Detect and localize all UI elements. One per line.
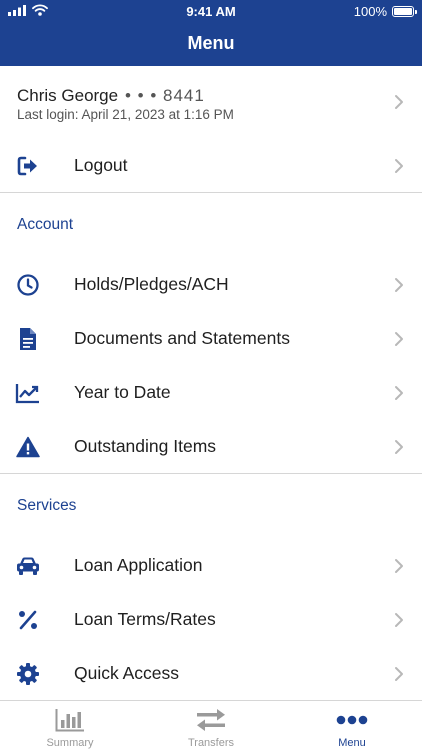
transfer-arrows-icon [141,706,281,734]
menu-item-outstanding[interactable]: Outstanding Items [0,420,422,474]
more-dots-icon [282,706,422,734]
menu-item-label: Loan Application [74,555,203,575]
menu-item-year-to-date[interactable]: Year to Date [0,366,422,420]
divider [0,473,422,474]
tab-menu[interactable]: Menu [282,701,422,750]
menu-item-documents[interactable]: Documents and Statements [0,312,422,366]
section-title-account: Account [17,216,74,233]
clock-icon [14,271,42,299]
warning-icon [14,433,42,461]
tab-label: Transfers [187,737,235,749]
chevron-right-icon [395,386,403,400]
logout-label: Logout [74,155,128,175]
percent-icon [14,606,42,634]
menu-item-loan-application[interactable]: Loan Application [0,539,422,593]
chart-icon [14,379,42,407]
status-bar: 9:41 AM 100% [0,0,422,22]
menu-item-quick-access[interactable]: Quick Access [0,647,422,701]
tab-label: Summary [46,737,94,749]
tab-transfers[interactable]: Transfers [141,701,281,750]
gear-icon [14,660,42,688]
chevron-right-icon [395,667,403,681]
battery-percent: 100% [353,4,387,19]
profile-name: Chris George [17,86,119,105]
document-icon [14,325,42,353]
chevron-right-icon [395,95,403,109]
car-icon [14,552,42,580]
menu-item-holds[interactable]: Holds/Pledges/ACH [0,258,422,312]
chevron-right-icon [395,559,403,573]
header: 9:41 AM 100% Menu [0,0,422,66]
chevron-right-icon [395,278,403,292]
status-bar-right: 100% [353,4,417,19]
menu-item-label: Loan Terms/Rates [74,609,216,629]
tab-summary[interactable]: Summary [0,701,140,750]
tab-bar: Summary Transfers Menu [0,700,422,750]
page-title: Menu [187,33,235,53]
chevron-right-icon [395,159,403,173]
menu-item-label: Quick Access [74,663,180,683]
section-title-services: Services [17,497,77,514]
battery-icon [392,6,417,17]
menu-item-label: Year to Date [74,382,171,402]
chevron-right-icon [395,613,403,627]
logout-row[interactable]: Logout [0,139,422,193]
divider [0,192,422,193]
bar-chart-icon [0,706,140,734]
profile-row[interactable]: Chris George • • • 8441 Last login: Apri… [0,66,422,136]
menu-item-label: Outstanding Items [74,436,217,456]
last-login: Last login: April 21, 2023 at 1:16 PM [17,107,234,122]
menu-item-label: Documents and Statements [74,328,290,348]
chevron-right-icon [395,332,403,346]
chevron-right-icon [395,440,403,454]
menu-item-loan-terms[interactable]: Loan Terms/Rates [0,593,422,647]
account-mask: • • • 8441 [125,86,205,105]
menu-item-label: Holds/Pledges/ACH [74,274,229,294]
logout-icon [14,152,42,180]
tab-label: Menu [338,737,366,749]
